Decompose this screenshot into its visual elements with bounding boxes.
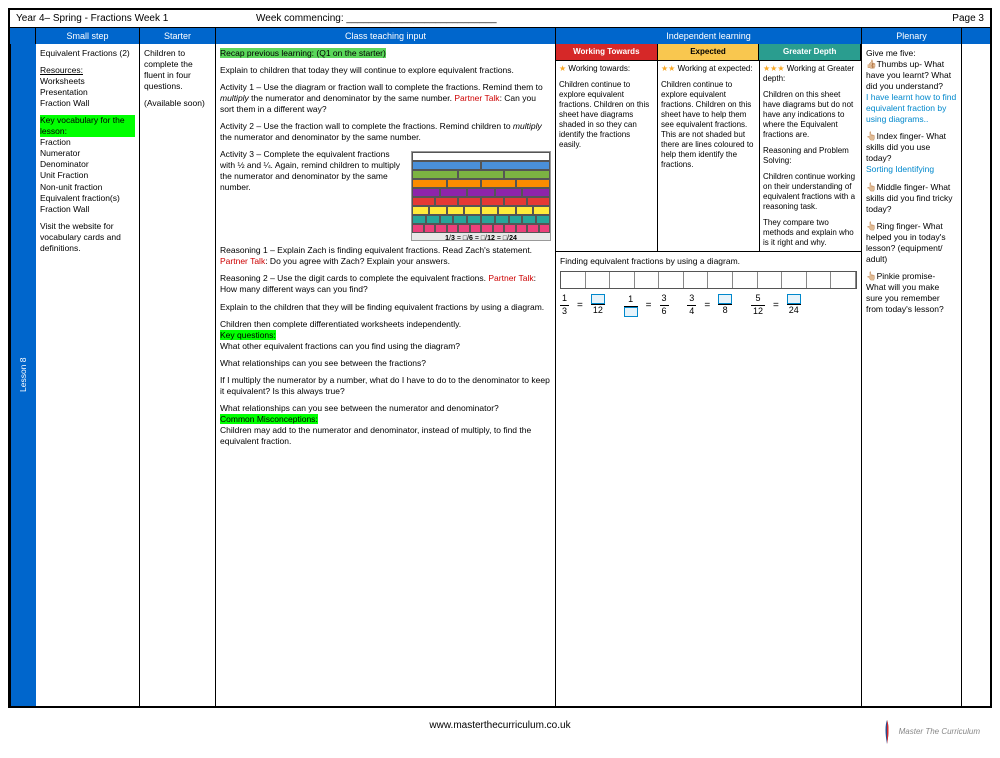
starter-avail: (Available soon)	[144, 98, 211, 109]
vocab-list: Fraction Numerator Denominator Unit Frac…	[40, 137, 135, 214]
lesson-body: Lesson 8 Equivalent Fractions (2) Resour…	[10, 44, 990, 706]
gd-header: Greater Depth	[759, 44, 861, 61]
col-starter: Starter	[140, 28, 216, 44]
vocab-heading: Key vocabulary for the lesson:	[40, 115, 135, 137]
star-icon: ★★★	[763, 64, 785, 73]
wt-header: Working Towards	[556, 44, 658, 61]
fraction-diagram	[560, 271, 857, 289]
indep-headers: Working Towards Expected Greater Depth	[556, 44, 861, 61]
activity-2: Activity 2 – Use the fraction wall to co…	[220, 121, 551, 143]
header-title: Year 4– Spring - Fractions Week 1	[16, 13, 256, 24]
resources-list: Worksheets Presentation Fraction Wall	[40, 76, 135, 109]
plenary-pinkie: 👆🏼Pinkie promise- What will you make sur…	[866, 271, 957, 315]
col-teaching: Class teaching input	[216, 28, 556, 44]
independent-cell: Working Towards Expected Greater Depth ★…	[556, 44, 862, 706]
misconceptions: Children may add to the numerator and de…	[220, 425, 551, 447]
exp-content: ★★ Working at expected: Children continu…	[658, 61, 760, 251]
feather-icon	[878, 718, 896, 746]
teaching-cell: Recap previous learning: (Q1 on the star…	[216, 44, 556, 706]
indep-body: ★ Working towards: Children continue to …	[556, 61, 861, 251]
plenary-index: 👆🏼Index finger- What skills did you use …	[866, 131, 957, 164]
col-independent: Independent learning	[556, 28, 862, 44]
kq2: What relationships can you see between t…	[220, 358, 551, 369]
wt-content: ★ Working towards: Children continue to …	[556, 61, 658, 251]
teaching-diff: Children then complete differentiated wo…	[220, 319, 551, 330]
reasoning-2: Reasoning 2 – Use the digit cards to com…	[220, 273, 551, 295]
plenary-thumb: 👍🏼Thumbs up- What have you learnt? What …	[866, 59, 957, 92]
column-headers: Small step Starter Class teaching input …	[10, 28, 990, 44]
key-questions-heading: Key questions:	[220, 330, 276, 340]
activity-1: Activity 1 – Use the diagram or fraction…	[220, 82, 551, 115]
kq4: What relationships can you see between t…	[220, 403, 551, 414]
indep-bottom: Finding equivalent fractions by using a …	[556, 251, 861, 321]
header-week: Week commencing: _______________________…	[256, 13, 924, 24]
star-icon: ★★	[661, 64, 675, 73]
bottom-title: Finding equivalent fractions by using a …	[560, 256, 857, 267]
starter-text: Children to complete the fluent in four …	[144, 48, 211, 92]
header-page: Page 3	[924, 13, 984, 24]
fraction-equations: 13= 12 1= 36 34= 8 512= 24	[560, 293, 857, 317]
star-icon: ★	[559, 64, 566, 73]
plenary-thumb-ans: I have learnt how to find equivalent fra…	[866, 92, 957, 125]
teaching-explain: Explain to the children that they will b…	[220, 302, 551, 313]
exp-header: Expected	[658, 44, 760, 61]
reasoning-1: Reasoning 1 – Explain Zach is finding eq…	[220, 245, 551, 267]
col-plenary: Plenary	[862, 28, 962, 44]
plenary-middle: 👆🏼Middle finger- What skills did you fin…	[866, 182, 957, 215]
visit-note: Visit the website for vocabulary cards a…	[40, 221, 135, 254]
starter-cell: Children to complete the fluent in four …	[140, 44, 216, 706]
small-step-title: Equivalent Fractions (2)	[40, 48, 135, 59]
kq3: If I multiply the numerator by a number,…	[220, 375, 551, 397]
resources-heading: Resources:	[40, 65, 135, 76]
teaching-intro: Explain to children that today they will…	[220, 65, 551, 76]
plenary-index-ans: Sorting Identifying	[866, 164, 957, 175]
footer-url: www.masterthecurriculum.co.uk	[0, 716, 1000, 735]
page-header: Year 4– Spring - Fractions Week 1 Week c…	[10, 10, 990, 28]
fraction-wall-diagram: 1/3 = □/6 = □/12 = □/24	[411, 151, 551, 241]
recap-heading: Recap previous learning: (Q1 on the star…	[220, 48, 386, 58]
col-small-step: Small step	[36, 28, 140, 44]
plenary-intro: Give me five:	[866, 48, 957, 59]
lesson-number: Lesson 8	[10, 44, 36, 706]
plenary-cell: Give me five: 👍🏼Thumbs up- What have you…	[862, 44, 962, 706]
lesson-plan-page: Year 4– Spring - Fractions Week 1 Week c…	[8, 8, 992, 708]
kq1: What other equivalent fractions can you …	[220, 341, 551, 352]
brand-logo: Master The Curriculum	[878, 718, 980, 746]
plenary-ring: 👆🏼Ring finger- What helped you in today'…	[866, 221, 957, 265]
misconceptions-heading: Common Misconceptions:	[220, 414, 318, 424]
gd-content: ★★★ Working at Greater depth: Children o…	[760, 61, 861, 251]
small-step-cell: Equivalent Fractions (2) Resources: Work…	[36, 44, 140, 706]
